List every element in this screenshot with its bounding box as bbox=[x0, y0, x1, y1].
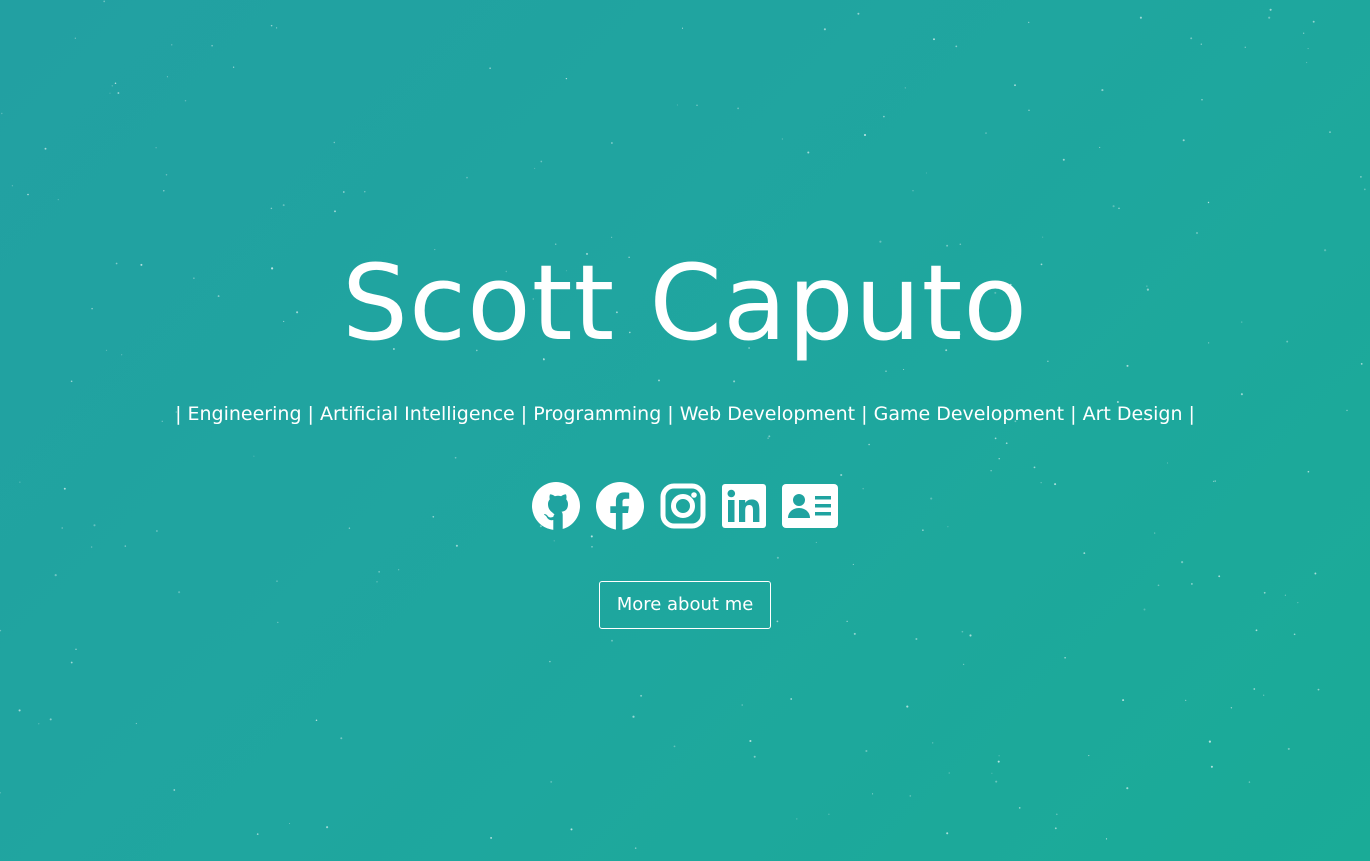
social-links bbox=[0, 480, 1370, 532]
instagram-icon bbox=[660, 483, 706, 529]
facebook-icon bbox=[596, 482, 644, 530]
contact-card-icon bbox=[782, 484, 838, 528]
more-about-me-button[interactable]: More about me bbox=[599, 581, 771, 629]
linkedin-link[interactable] bbox=[722, 484, 766, 528]
hero-section: Scott Caputo | Engineering | Artificial … bbox=[0, 0, 1370, 861]
instagram-link[interactable] bbox=[660, 483, 706, 529]
github-link[interactable] bbox=[532, 482, 580, 530]
facebook-link[interactable] bbox=[596, 482, 644, 530]
linkedin-icon bbox=[722, 484, 766, 528]
page-title: Scott Caputo bbox=[341, 242, 1029, 364]
github-icon bbox=[532, 482, 580, 530]
tagline: | Engineering | Artificial Intelligence … bbox=[175, 403, 1195, 425]
contact-card-link[interactable] bbox=[782, 484, 838, 528]
